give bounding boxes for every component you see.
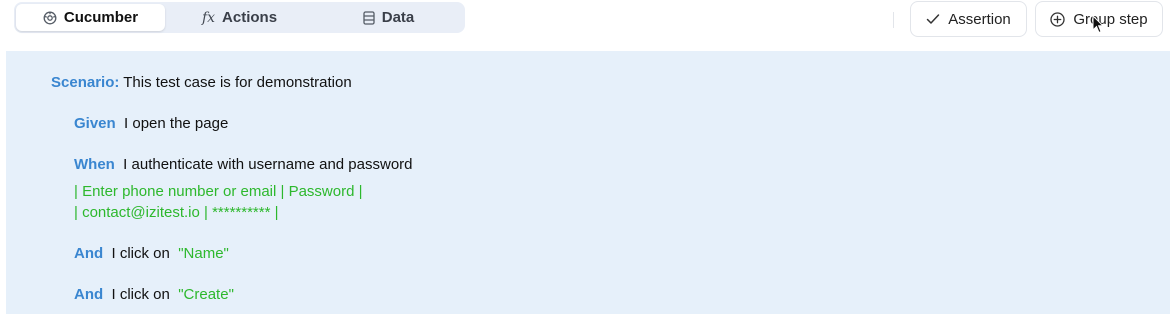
editor-mode-tabs: Cucumber fx Actions Data [14,2,465,33]
assertion-button-label: Assertion [948,10,1011,28]
step-string-argument: "Name" [178,245,229,262]
toolbar: Cucumber fx Actions Data Assertion Group… [0,0,1172,50]
step-line[interactable]: And I click on "Create" [74,286,234,303]
fx-icon: fx [201,9,216,26]
cucumber-editor: Cucumber fx Actions Data Assertion Group… [0,0,1172,314]
step-keyword: Given [74,115,116,132]
check-icon [926,13,940,25]
group-step-button-label: Group step [1073,10,1148,28]
tab-cucumber[interactable]: Cucumber [16,4,165,31]
toolbar-divider [893,12,894,28]
database-icon [363,10,375,25]
step-keyword: And [74,286,104,303]
tab-actions[interactable]: fx Actions [165,4,314,31]
scenario-title: This test case is for demonstration [123,74,352,91]
scenario-line: Scenario: This test case is for demonstr… [51,74,352,91]
step-text: I authenticate with username and passwor… [123,156,413,173]
tab-data[interactable]: Data [314,4,463,31]
step-line[interactable]: And I click on "Name" [74,245,229,262]
tab-cucumber-label: Cucumber [63,9,139,26]
scenario-keyword: Scenario: [51,74,120,91]
gherkin-editor-panel[interactable]: Scenario: This test case is for demonstr… [6,51,1170,314]
step-line[interactable]: Given I open the page [74,115,228,132]
step-line[interactable]: When I authenticate with username and pa… [74,156,413,173]
step-string-argument: "Create" [178,286,234,303]
plus-circle-icon [1050,11,1066,27]
tab-data-label: Data [381,9,415,26]
data-table-header-row: | Enter phone number or email | Password… [74,183,363,200]
step-keyword: And [74,245,104,262]
step-keyword: When [74,156,115,173]
data-table-row: | contact@izitest.io | ********** | [74,204,279,221]
cucumber-icon [43,11,57,25]
step-text: I click on [111,245,170,262]
step-text: I open the page [124,115,229,132]
step-text: I click on [111,286,170,303]
group-step-button[interactable]: Group step [1035,1,1163,37]
assertion-button[interactable]: Assertion [910,1,1027,37]
tab-actions-label: Actions [222,9,278,26]
